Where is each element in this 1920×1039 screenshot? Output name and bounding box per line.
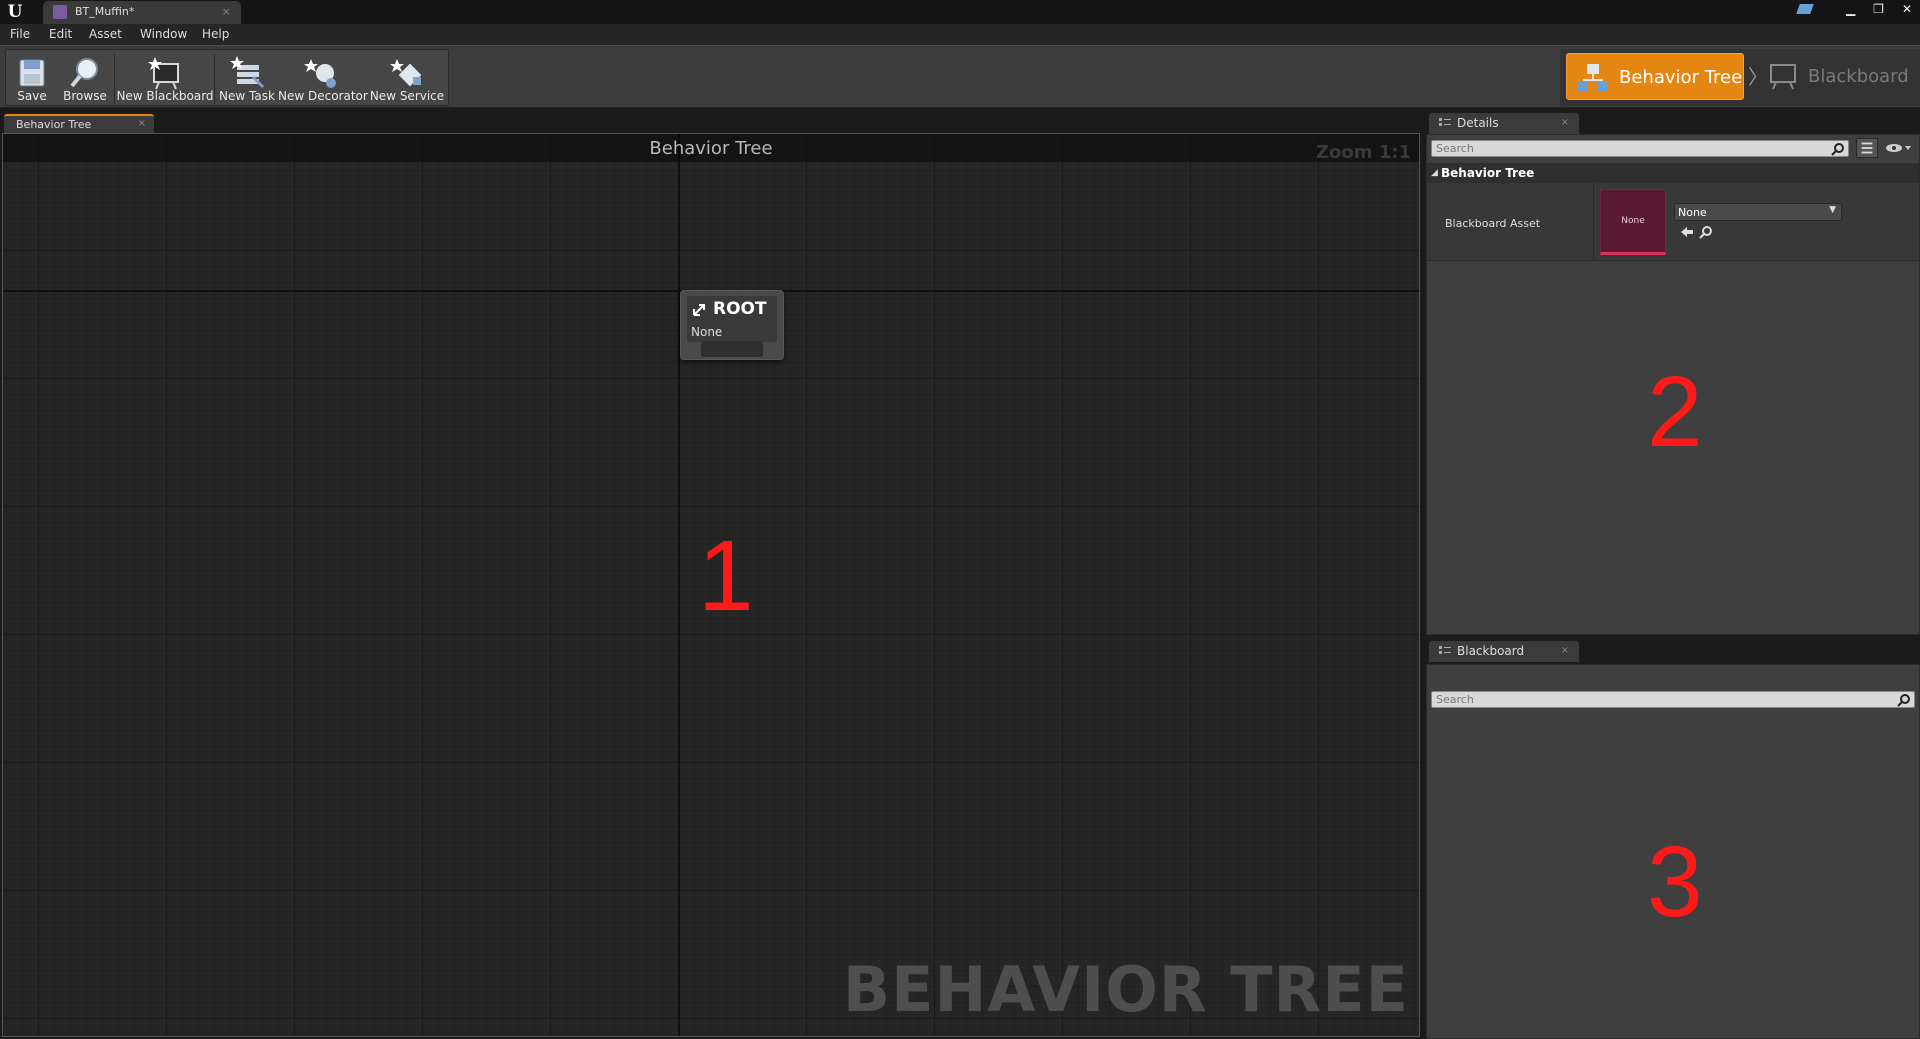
new-task-icon: [230, 56, 265, 89]
menu-file[interactable]: File: [10, 27, 30, 41]
toolbar-separator: [214, 54, 215, 104]
tab-blackboard[interactable]: Blackboard ×: [1429, 641, 1579, 662]
asset-thumbnail[interactable]: None: [1600, 189, 1666, 255]
details-search-box[interactable]: [1431, 140, 1849, 157]
toolbar-separator: [114, 54, 115, 104]
title-bar: U BT_Muffin* × ▁ ❐ ✕: [0, 0, 1920, 24]
window-controls: ▁ ❐ ✕: [1796, 2, 1912, 16]
blackboard-search-box[interactable]: [1431, 691, 1915, 708]
blackboard-mode-icon: [1770, 64, 1796, 90]
menu-edit[interactable]: Edit: [49, 27, 72, 41]
root-node-icon: [693, 304, 705, 316]
property-label: Blackboard Asset: [1445, 217, 1541, 230]
chevron-right-icon: 〉: [1748, 65, 1768, 89]
details-panel-icon: [1439, 118, 1451, 126]
category-behavior-tree[interactable]: ◢ Behavior Tree: [1427, 163, 1919, 183]
menu-asset[interactable]: Asset: [89, 27, 122, 41]
close-tab-icon[interactable]: ×: [1561, 645, 1569, 656]
search-icon: [1897, 694, 1910, 707]
root-node-title: ROOT: [713, 299, 767, 319]
details-panel: ◢ Behavior Tree Blackboard Asset None No…: [1426, 134, 1920, 635]
close-tab-icon[interactable]: ×: [1561, 117, 1569, 128]
document-tab-label: BT_Muffin*: [75, 5, 135, 18]
annotation-marker-2: 2: [1647, 356, 1703, 468]
blackboard-panel-icon: [1439, 646, 1451, 654]
new-service-button[interactable]: New Service: [366, 50, 448, 107]
restore-icon[interactable]: ❐: [1873, 2, 1884, 16]
new-task-button[interactable]: New Task: [216, 50, 278, 107]
minimize-icon[interactable]: ▁: [1846, 2, 1855, 16]
close-tab-icon[interactable]: ×: [222, 5, 231, 18]
browse-button[interactable]: Browse: [56, 50, 114, 107]
menu-window[interactable]: Window: [140, 27, 187, 41]
eye-icon[interactable]: [1884, 141, 1912, 155]
use-selected-arrow-icon[interactable]: [1680, 225, 1694, 239]
root-node-output-pin[interactable]: [701, 341, 763, 357]
root-node-body: ROOT None: [687, 296, 777, 342]
graph-editor-canvas[interactable]: Behavior Tree Zoom 1:1 ROOT None 1 BEHAV…: [2, 133, 1420, 1037]
new-blackboard-icon: [148, 57, 179, 90]
root-node-subtitle: None: [691, 325, 723, 339]
ue-behavior-tree-editor: U BT_Muffin* × ▁ ❐ ✕ File Edit Asset Win…: [0, 0, 1920, 1039]
toolbar: Save Browse New Blackboard New Task New …: [0, 45, 1920, 108]
view-options-button[interactable]: [1856, 138, 1878, 158]
learn-icon[interactable]: [1796, 4, 1814, 14]
graph-origin-vertical-line: [678, 134, 680, 1036]
collapse-triangle-icon: ◢: [1431, 168, 1438, 178]
toolbar-group: Save Browse New Blackboard New Task New …: [5, 49, 449, 106]
property-divider[interactable]: [1593, 183, 1594, 260]
blackboard-search-input[interactable]: [1436, 692, 1870, 707]
menu-bar: File Edit Asset Window Help: [0, 24, 1920, 45]
annotation-marker-1: 1: [698, 520, 754, 632]
unreal-logo-icon: U: [7, 2, 23, 22]
graph-header: Behavior Tree Zoom 1:1: [3, 134, 1419, 163]
new-decorator-button[interactable]: New Decorator: [278, 50, 368, 107]
document-tab[interactable]: BT_Muffin* ×: [43, 1, 241, 24]
close-icon[interactable]: ✕: [1902, 2, 1912, 16]
mode-switcher: Behavior Tree 〉 Blackboard: [1560, 49, 1920, 106]
search-icon: [1831, 143, 1844, 156]
behavior-tree-mode-icon: [1578, 64, 1608, 91]
root-node[interactable]: ROOT None: [680, 290, 784, 360]
annotation-marker-3: 3: [1647, 826, 1703, 938]
close-tab-icon[interactable]: ×: [138, 118, 146, 129]
tab-details[interactable]: Details ×: [1429, 113, 1579, 134]
tab-behavior-tree-graph[interactable]: Behavior Tree ×: [4, 114, 154, 133]
magnifier-icon: [70, 58, 98, 88]
chevron-down-icon: ▼: [1829, 205, 1836, 215]
property-row-blackboard-asset: Blackboard Asset None None ▼: [1427, 183, 1919, 261]
menu-help[interactable]: Help: [202, 27, 229, 41]
new-service-icon: [390, 59, 422, 87]
new-blackboard-button[interactable]: New Blackboard: [116, 50, 214, 107]
save-icon: [19, 59, 45, 87]
list-view-icon: [1861, 142, 1873, 154]
graph-watermark: BEHAVIOR TREE: [842, 953, 1409, 1026]
browse-asset-icon[interactable]: [1699, 225, 1713, 239]
behavior-tree-mode-button[interactable]: Behavior Tree: [1566, 53, 1744, 100]
save-button[interactable]: Save: [8, 50, 56, 107]
new-decorator-icon: [304, 59, 336, 88]
behavior-tree-asset-icon: [53, 5, 67, 19]
graph-title: Behavior Tree: [649, 138, 773, 159]
asset-picker-combo[interactable]: None ▼: [1674, 203, 1842, 221]
zoom-level: Zoom 1:1: [1315, 142, 1411, 163]
blackboard-panel: 3: [1426, 664, 1920, 1039]
details-search-input[interactable]: [1436, 141, 1811, 156]
